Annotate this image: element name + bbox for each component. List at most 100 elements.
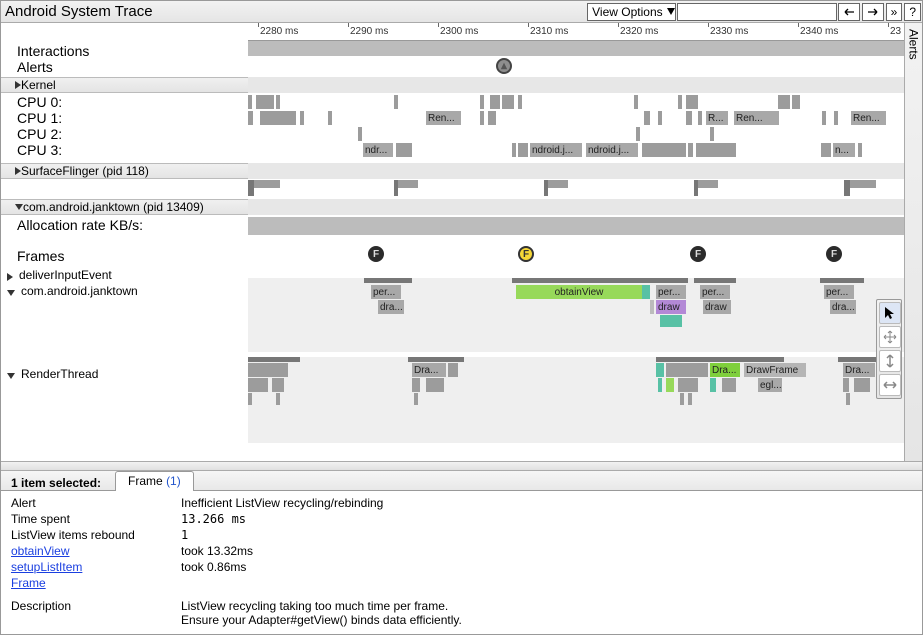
slice[interactable] xyxy=(408,357,464,362)
slice[interactable] xyxy=(512,143,516,157)
row-label-alerts[interactable]: Alerts xyxy=(1,59,248,75)
slice[interactable] xyxy=(820,278,864,283)
slice[interactable] xyxy=(821,143,831,157)
section-surfaceflinger[interactable]: SurfaceFlinger (pid 118) xyxy=(1,163,248,179)
scroll-left-button[interactable] xyxy=(838,3,860,21)
view-options-dropdown[interactable]: View Options xyxy=(587,3,675,21)
slice[interactable] xyxy=(414,393,418,405)
slice[interactable] xyxy=(248,378,268,392)
slice[interactable] xyxy=(260,111,296,125)
slice[interactable] xyxy=(398,180,418,188)
timeline-viewport[interactable]: 2280 ms 2290 ms 2300 ms 2310 ms 2320 ms … xyxy=(248,23,904,461)
interactions-bar[interactable] xyxy=(248,41,904,56)
slice[interactable] xyxy=(488,111,496,125)
slice-egl[interactable]: egl... xyxy=(758,378,782,392)
slice[interactable] xyxy=(276,393,280,405)
slice[interactable] xyxy=(248,95,252,109)
slice[interactable] xyxy=(490,95,500,109)
slice[interactable] xyxy=(678,95,682,109)
alert-marker[interactable] xyxy=(496,58,512,74)
link-setuplistitem[interactable]: setupListItem xyxy=(11,560,82,574)
slice[interactable] xyxy=(276,95,280,109)
slice[interactable] xyxy=(248,393,252,405)
search-input[interactable] xyxy=(677,3,837,21)
zoom-vertical-button[interactable] xyxy=(879,350,901,372)
slice[interactable] xyxy=(666,378,674,392)
frame-marker[interactable]: F xyxy=(690,246,706,262)
slice[interactable] xyxy=(858,143,862,157)
slice[interactable] xyxy=(634,95,638,109)
slice[interactable] xyxy=(796,95,800,109)
slice-r[interactable]: R... xyxy=(706,111,728,125)
alerts-sidebar[interactable]: Alerts xyxy=(904,23,922,461)
slice[interactable] xyxy=(696,143,736,157)
row-label-janktown-thread[interactable]: com.android.janktown xyxy=(1,284,248,298)
slice[interactable] xyxy=(710,378,716,392)
slice[interactable] xyxy=(518,95,522,109)
slice[interactable] xyxy=(846,393,850,405)
slice[interactable] xyxy=(688,143,693,157)
slice[interactable] xyxy=(272,378,284,392)
slice[interactable] xyxy=(642,143,686,157)
slice-ren[interactable]: Ren... xyxy=(734,111,779,125)
row-label-alloc[interactable]: Allocation rate KB/s: xyxy=(1,217,248,233)
slice[interactable] xyxy=(300,111,304,125)
slice[interactable] xyxy=(394,95,398,109)
slice[interactable] xyxy=(412,378,420,392)
row-label-deliver[interactable]: deliverInputEvent xyxy=(1,268,248,282)
more-button[interactable]: » xyxy=(886,3,903,21)
slice[interactable] xyxy=(480,95,484,109)
slice[interactable] xyxy=(658,378,662,392)
slice-per[interactable]: per... xyxy=(824,285,854,299)
slice[interactable] xyxy=(660,315,682,327)
section-kernel[interactable]: Kernel xyxy=(1,77,248,93)
slice[interactable] xyxy=(358,127,362,141)
frame-marker-warning[interactable]: F xyxy=(518,246,534,262)
row-label-cpu3[interactable]: CPU 3: xyxy=(1,142,248,158)
slice[interactable] xyxy=(248,357,300,362)
slice[interactable] xyxy=(256,95,274,109)
slice[interactable] xyxy=(328,111,332,125)
slice-obtainview[interactable]: obtainView xyxy=(516,285,642,299)
slice-ren[interactable]: Ren... xyxy=(851,111,886,125)
panel-divider[interactable] xyxy=(1,461,922,471)
slice[interactable] xyxy=(850,180,876,188)
slice-ndroid[interactable]: ndroid.j... xyxy=(530,143,582,157)
row-label-cpu2[interactable]: CPU 2: xyxy=(1,126,248,142)
slice-dra[interactable]: Dra... xyxy=(710,363,740,377)
slice-n[interactable]: n... xyxy=(833,143,855,157)
slice[interactable] xyxy=(722,378,736,392)
section-janktown[interactable]: com.android.janktown (pid 13409) xyxy=(1,199,248,215)
slice-ren[interactable]: Ren... xyxy=(426,111,461,125)
slice[interactable] xyxy=(656,363,664,377)
slice[interactable] xyxy=(680,393,684,405)
slice[interactable] xyxy=(656,357,784,362)
slice[interactable] xyxy=(694,278,736,283)
slice[interactable] xyxy=(834,111,838,125)
help-button[interactable]: ? xyxy=(904,3,921,21)
slice[interactable] xyxy=(666,363,708,377)
slice[interactable] xyxy=(786,95,790,109)
slice[interactable] xyxy=(686,95,698,109)
slice[interactable] xyxy=(636,127,640,141)
slice-dra[interactable]: Dra... xyxy=(412,363,446,377)
pointer-tool-button[interactable] xyxy=(879,302,901,324)
slice[interactable] xyxy=(502,95,514,109)
slice-ndr[interactable]: ndr... xyxy=(363,143,393,157)
slice-per[interactable]: per... xyxy=(656,285,686,299)
scroll-right-button[interactable] xyxy=(862,3,884,21)
zoom-horizontal-button[interactable] xyxy=(879,374,901,396)
slice[interactable] xyxy=(248,111,253,125)
slice-draw2[interactable]: draw xyxy=(703,300,731,314)
slice[interactable] xyxy=(644,111,650,125)
slice-per[interactable]: per... xyxy=(700,285,730,299)
link-obtainview[interactable]: obtainView xyxy=(11,544,70,558)
slice[interactable] xyxy=(686,111,692,125)
slice[interactable] xyxy=(248,363,288,377)
slice[interactable] xyxy=(426,378,444,392)
slice[interactable] xyxy=(448,363,458,377)
slice[interactable] xyxy=(678,378,698,392)
slice[interactable] xyxy=(658,111,662,125)
frame-marker[interactable]: F xyxy=(826,246,842,262)
slice[interactable] xyxy=(710,127,714,141)
